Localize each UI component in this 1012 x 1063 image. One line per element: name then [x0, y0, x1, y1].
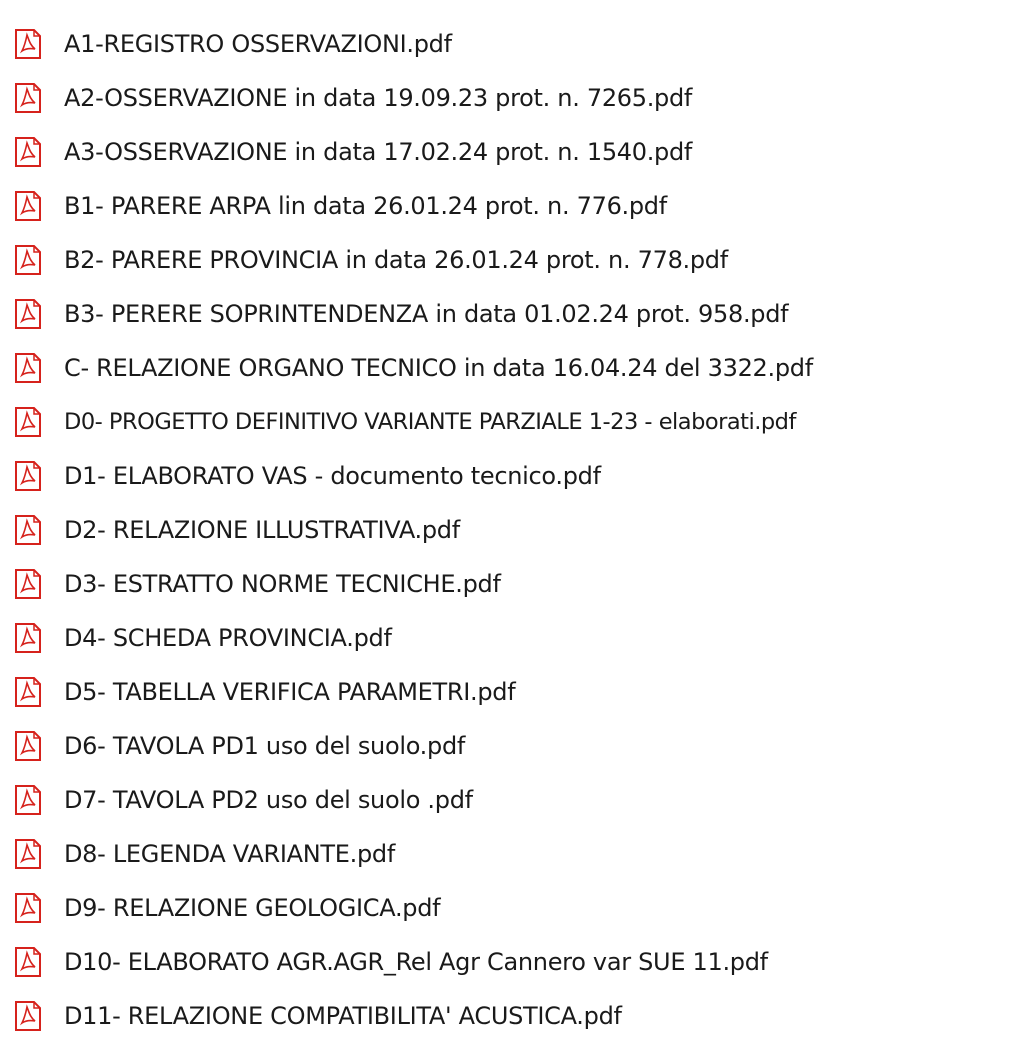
pdf-file-icon [15, 83, 41, 113]
file-item[interactable]: D0- PROGETTO DEFINITIVO VARIANTE PARZIAL… [14, 398, 796, 446]
file-name: B1- PARERE ARPA lin data 26.01.24 prot. … [64, 192, 667, 220]
pdf-file-icon [15, 893, 41, 923]
file-name: D3- ESTRATTO NORME TECNICHE.pdf [64, 570, 501, 598]
file-item[interactable]: B1- PARERE ARPA lin data 26.01.24 prot. … [14, 182, 667, 230]
pdf-file-icon [15, 245, 41, 275]
file-item[interactable]: D10- ELABORATO AGR.AGR_Rel Agr Cannero v… [14, 938, 768, 986]
file-item[interactable]: A1-REGISTRO OSSERVAZIONI.pdf [14, 20, 452, 68]
file-item[interactable]: D4- SCHEDA PROVINCIA.pdf [14, 614, 392, 662]
file-name: D10- ELABORATO AGR.AGR_Rel Agr Cannero v… [64, 948, 768, 976]
pdf-file-icon [15, 515, 41, 545]
file-item[interactable]: D6- TAVOLA PD1 uso del suolo.pdf [14, 722, 465, 770]
file-name: B3- PERERE SOPRINTENDENZA in data 01.02.… [64, 300, 789, 328]
file-list: A1-REGISTRO OSSERVAZIONI.pdf A2-OSSERVAZ… [0, 0, 1012, 1063]
file-item[interactable]: D5- TABELLA VERIFICA PARAMETRI.pdf [14, 668, 516, 716]
file-name: D4- SCHEDA PROVINCIA.pdf [64, 624, 392, 652]
file-item[interactable]: D3- ESTRATTO NORME TECNICHE.pdf [14, 560, 501, 608]
file-name: A3-OSSERVAZIONE in data 17.02.24 prot. n… [64, 138, 693, 166]
file-item[interactable]: D7- TAVOLA PD2 uso del suolo .pdf [14, 776, 473, 824]
file-item[interactable]: C- RELAZIONE ORGANO TECNICO in data 16.0… [14, 344, 813, 392]
pdf-file-icon [15, 191, 41, 221]
pdf-file-icon [15, 353, 41, 383]
pdf-file-icon [15, 461, 41, 491]
file-name: D5- TABELLA VERIFICA PARAMETRI.pdf [64, 678, 516, 706]
file-name: D11- RELAZIONE COMPATIBILITA' ACUSTICA.p… [64, 1002, 622, 1030]
file-name: B2- PARERE PROVINCIA in data 26.01.24 pr… [64, 246, 728, 274]
file-name: D8- LEGENDA VARIANTE.pdf [64, 840, 395, 868]
file-name: D7- TAVOLA PD2 uso del suolo .pdf [64, 786, 473, 814]
pdf-file-icon [15, 839, 41, 869]
pdf-file-icon [15, 1001, 41, 1031]
file-name: D2- RELAZIONE ILLUSTRATIVA.pdf [64, 516, 460, 544]
file-item[interactable]: D8- LEGENDA VARIANTE.pdf [14, 830, 395, 878]
pdf-file-icon [15, 137, 41, 167]
file-name: D0- PROGETTO DEFINITIVO VARIANTE PARZIAL… [64, 409, 796, 435]
file-name: A1-REGISTRO OSSERVAZIONI.pdf [64, 30, 452, 58]
pdf-file-icon [15, 407, 41, 437]
pdf-file-icon [15, 731, 41, 761]
file-item[interactable]: D1- ELABORATO VAS - documento tecnico.pd… [14, 452, 601, 500]
file-item[interactable]: D2- RELAZIONE ILLUSTRATIVA.pdf [14, 506, 460, 554]
file-item[interactable]: B2- PARERE PROVINCIA in data 26.01.24 pr… [14, 236, 728, 284]
file-item[interactable]: D9- RELAZIONE GEOLOGICA.pdf [14, 884, 441, 932]
pdf-file-icon [15, 947, 41, 977]
file-name: C- RELAZIONE ORGANO TECNICO in data 16.0… [64, 354, 813, 382]
pdf-file-icon [15, 623, 41, 653]
file-item[interactable]: D11- RELAZIONE COMPATIBILITA' ACUSTICA.p… [14, 992, 622, 1040]
pdf-file-icon [15, 785, 41, 815]
file-item[interactable]: B3- PERERE SOPRINTENDENZA in data 01.02.… [14, 290, 789, 338]
pdf-file-icon [15, 569, 41, 599]
file-name: A2-OSSERVAZIONE in data 19.09.23 prot. n… [64, 84, 693, 112]
file-name: D1- ELABORATO VAS - documento tecnico.pd… [64, 462, 601, 490]
file-name: D6- TAVOLA PD1 uso del suolo.pdf [64, 732, 466, 760]
file-item[interactable]: A2-OSSERVAZIONE in data 19.09.23 prot. n… [14, 74, 692, 122]
file-name: D9- RELAZIONE GEOLOGICA.pdf [64, 894, 441, 922]
pdf-file-icon [15, 29, 41, 59]
file-item[interactable]: A3-OSSERVAZIONE in data 17.02.24 prot. n… [14, 128, 692, 176]
pdf-file-icon [15, 677, 41, 707]
pdf-file-icon [15, 299, 41, 329]
